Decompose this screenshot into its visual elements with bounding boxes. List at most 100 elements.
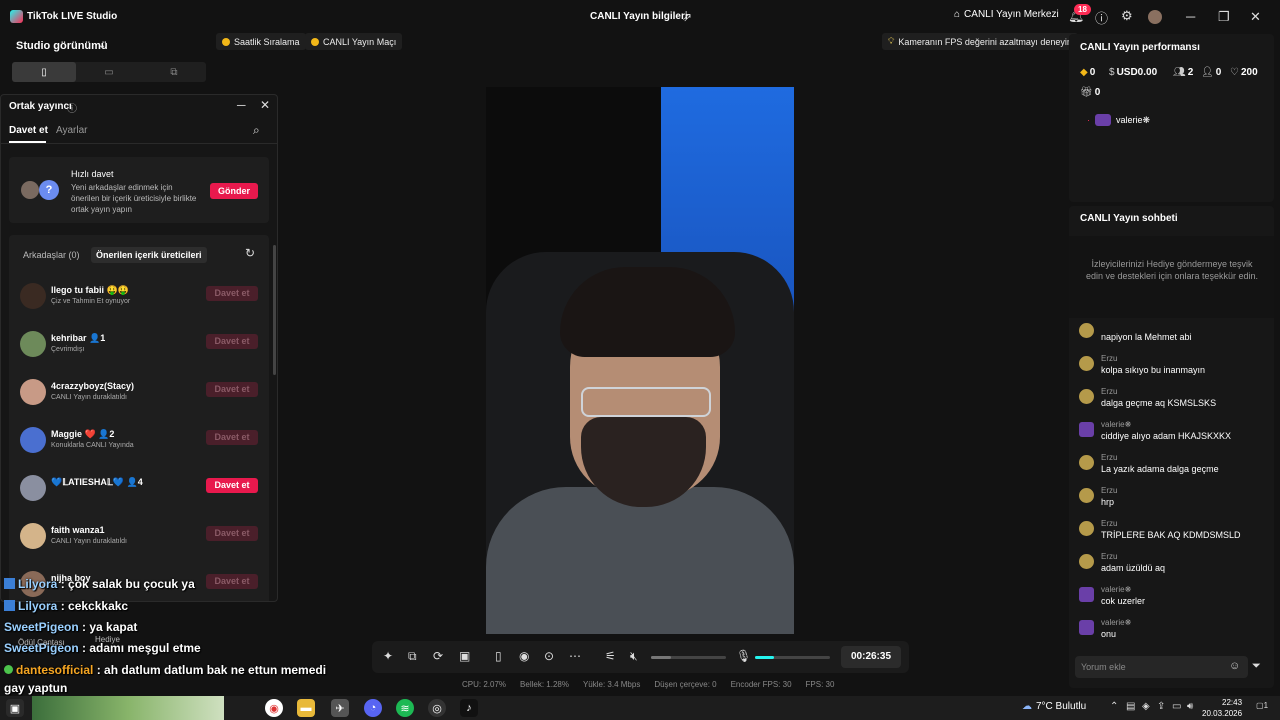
chat-user[interactable]: valerie❋: [1101, 618, 1131, 627]
record-icon[interactable]: ◉: [519, 649, 529, 663]
chat-user[interactable]: Erzu: [1101, 387, 1117, 396]
landscape-button[interactable]: ▭: [77, 62, 141, 82]
mixer-icon[interactable]: ⚟: [605, 649, 616, 663]
maximize-button[interactable]: ❐: [1218, 9, 1230, 25]
mic-slider[interactable]: [755, 656, 830, 659]
live-match-chip[interactable]: CANLI Yayın Maçı: [305, 33, 403, 50]
share-arrow-icon[interactable]: ⇗: [682, 10, 692, 24]
fps-tip-chip[interactable]: 💡︎ Kameranın FPS değerini azaltmayı dene…: [882, 33, 1078, 50]
minimize-button[interactable]: ─: [1186, 9, 1195, 24]
chat-user[interactable]: valerie❋: [1101, 585, 1131, 594]
filter-icon[interactable]: ⏷: [1252, 660, 1261, 673]
discord-icon[interactable]: ◔: [364, 699, 382, 717]
avatar[interactable]: [1079, 389, 1094, 404]
tab-suggested[interactable]: Önerilen içerik üreticileri: [91, 247, 207, 263]
top-user[interactable]: · valerie❋: [1087, 114, 1150, 126]
folder-icon[interactable]: ▬: [297, 699, 315, 717]
scrollbar[interactable]: [273, 245, 276, 375]
stream-info-button[interactable]: CANLI Yayın bilgileri: [590, 11, 688, 22]
tab-settings[interactable]: Ayarlar: [56, 125, 88, 136]
close-panel-button[interactable]: ✕: [260, 98, 270, 112]
chat-user[interactable]: valerie❋: [1101, 420, 1131, 429]
chat-text: kolpa sıkıyo bu inanmayın: [1101, 365, 1206, 375]
effects-icon[interactable]: ✦: [383, 649, 393, 663]
avatar[interactable]: [20, 475, 46, 501]
phone-icon[interactable]: ▯: [495, 649, 502, 663]
tab-friends[interactable]: Arkadaşlar (0): [18, 247, 85, 263]
spotify-icon[interactable]: ≋: [396, 699, 414, 717]
help-icon[interactable]: ⓘ: [67, 100, 77, 115]
app-icon[interactable]: ▣: [6, 699, 24, 717]
clock[interactable]: 22:43 20.03.2026: [1202, 697, 1242, 719]
invite-button[interactable]: Davet et: [206, 478, 258, 493]
invite-button[interactable]: Davet et: [206, 430, 258, 445]
avatar[interactable]: [1079, 422, 1094, 437]
studio-view-dropdown[interactable]: Studio görünümü: [16, 40, 108, 52]
tiktok-live-icon[interactable]: ♪: [460, 699, 478, 717]
hourly-ranking-chip[interactable]: Saatlik Sıralama: [216, 33, 306, 50]
user-status: Çevrimdışı: [51, 346, 85, 353]
usb-icon[interactable]: ⇪: [1157, 701, 1165, 712]
obs-icon[interactable]: ◎: [428, 699, 446, 717]
network-icon[interactable]: ▭: [1172, 701, 1181, 712]
invite-button[interactable]: Davet et: [206, 334, 258, 349]
avatar[interactable]: [1079, 620, 1094, 635]
notification-icon[interactable]: ▢1: [1256, 701, 1268, 710]
invite-button[interactable]: Davet et: [206, 382, 258, 397]
invite-button[interactable]: Davet et: [206, 286, 258, 301]
portrait-button[interactable]: ▯: [12, 62, 76, 82]
tray-icon[interactable]: ◈: [1142, 701, 1150, 712]
chat-hint: İzleyicilerinizi Hediye göndermeye teşvi…: [1085, 259, 1259, 281]
volume-slider[interactable]: [651, 656, 726, 659]
avatar[interactable]: [20, 523, 46, 549]
glasses: [581, 387, 711, 417]
tray-icon[interactable]: ▤: [1126, 701, 1135, 712]
camera-icon[interactable]: ⊙: [544, 649, 554, 663]
gear-icon[interactable]: ⚙: [1121, 8, 1133, 24]
profile-avatar[interactable]: [1148, 10, 1162, 24]
chevron-down-icon[interactable]: ⌄: [98, 40, 106, 51]
speaker-muted-icon[interactable]: 🔇︎: [630, 649, 638, 664]
avatar[interactable]: [1079, 488, 1094, 503]
chevron-up-icon[interactable]: ⌃: [1110, 701, 1118, 712]
close-button[interactable]: ✕: [1250, 9, 1261, 25]
invite-button[interactable]: Davet et: [206, 526, 258, 541]
avatar[interactable]: [1079, 521, 1094, 536]
chat-user[interactable]: Erzu: [1101, 354, 1117, 363]
microphone-icon[interactable]: 🎙︎: [736, 649, 751, 663]
chat-user[interactable]: Erzu: [1101, 519, 1117, 528]
tab-invite[interactable]: Davet et: [9, 125, 48, 136]
chat-user[interactable]: Erzu: [1101, 552, 1117, 561]
comment-field[interactable]: ☺: [1075, 656, 1248, 678]
chrome-icon[interactable]: ◉: [265, 699, 283, 717]
help-icon[interactable]: ⓘ: [1095, 8, 1108, 27]
avatar[interactable]: [20, 283, 46, 309]
avatar[interactable]: [20, 331, 46, 357]
avatar[interactable]: [1079, 323, 1094, 338]
avatar[interactable]: [20, 379, 46, 405]
replay-icon[interactable]: ⟳: [433, 649, 443, 663]
avatar[interactable]: [1079, 455, 1094, 470]
taskbar-thumbnail[interactable]: [32, 696, 224, 720]
layout-button[interactable]: ⧉: [142, 62, 206, 82]
volume-icon[interactable]: 🔊︎: [1187, 701, 1193, 712]
invite-button[interactable]: Davet et: [206, 574, 258, 589]
chat-user[interactable]: Erzu: [1101, 453, 1117, 462]
avatar[interactable]: [1079, 356, 1094, 371]
chat-user[interactable]: Erzu: [1101, 486, 1117, 495]
more-icon[interactable]: ⋯: [569, 649, 581, 663]
avatar[interactable]: [1079, 587, 1094, 602]
emoji-icon[interactable]: ☺: [1229, 660, 1240, 672]
live-center-button[interactable]: ⌂ CANLI Yayın Merkezi: [954, 9, 1059, 20]
refresh-icon[interactable]: ↻: [245, 246, 255, 260]
weather[interactable]: ☁ 7°C Bulutlu: [1022, 701, 1086, 712]
app-icon[interactable]: ✈: [331, 699, 349, 717]
avatar[interactable]: [20, 427, 46, 453]
search-icon[interactable]: ⌕: [253, 123, 260, 138]
avatar[interactable]: [1079, 554, 1094, 569]
send-button[interactable]: Gönder: [210, 183, 258, 199]
layout-icon[interactable]: ⧉: [408, 649, 417, 664]
capture-icon[interactable]: ▣: [459, 649, 470, 663]
minimize-panel-button[interactable]: ─: [237, 98, 246, 112]
comment-input[interactable]: [1081, 660, 1221, 674]
